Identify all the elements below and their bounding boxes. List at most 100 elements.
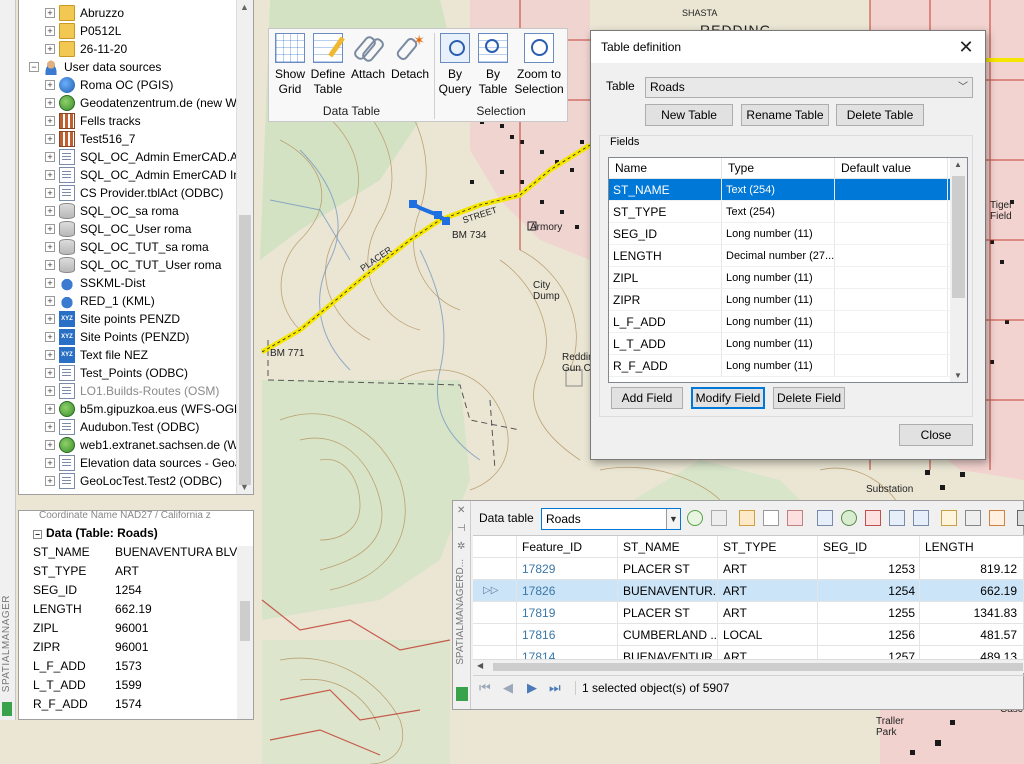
expand-icon[interactable]: +	[45, 80, 55, 90]
field-row[interactable]: SEG_ID Long number (11)	[609, 223, 967, 245]
tree-item[interactable]: + SQL_OC_User roma	[45, 220, 191, 238]
detach-button[interactable]: Detach	[389, 33, 431, 82]
field-row[interactable]: ZIPR Long number (11)	[609, 289, 967, 311]
tree-item[interactable]: + Elevation data sources - GeoJ	[45, 454, 241, 472]
data-table-select[interactable]: Roads ▼	[541, 508, 681, 530]
spatial-manager-icon[interactable]	[2, 702, 12, 716]
tree-item[interactable]: + Test_Points (ODBC)	[45, 364, 188, 382]
tree-item[interactable]: + Audubon.Test (ODBC)	[45, 418, 199, 436]
by-query-button[interactable]: By Query	[437, 33, 473, 97]
property-row[interactable]: ZIPL 96001	[19, 619, 253, 638]
data-table-grid[interactable]: Feature_ID ST_NAME ST_TYPE SEG_ID LENGTH…	[473, 535, 1024, 659]
expand-icon[interactable]: +	[45, 206, 55, 216]
column-header-length[interactable]: LENGTH	[920, 536, 1024, 557]
field-row[interactable]: L_F_ADD Long number (11)	[609, 311, 967, 333]
tree-item[interactable]: + CS Provider.tblAct (ODBC)	[45, 184, 223, 202]
expand-icon[interactable]: +	[45, 260, 55, 270]
tree-item[interactable]: + LO1.Builds-Routes (OSM)	[45, 382, 219, 400]
column-header-name[interactable]: Name	[609, 158, 722, 178]
tree-item[interactable]: + web1.extranet.sachsen.de (W	[45, 436, 239, 454]
grid-icon[interactable]	[817, 510, 833, 526]
add-field-button[interactable]: Add Field	[611, 387, 683, 409]
rename-table-button[interactable]: Rename Table	[741, 104, 829, 126]
expand-icon[interactable]: +	[45, 224, 55, 234]
tree-scroll-thumb[interactable]	[239, 215, 251, 485]
close-icon[interactable]: ✕	[955, 35, 977, 59]
attach-button[interactable]: Attach	[349, 33, 387, 82]
field-row[interactable]: L_T_ADD Long number (11)	[609, 333, 967, 355]
gear-icon[interactable]: ✲	[457, 541, 465, 552]
column-header-st-name[interactable]: ST_NAME	[618, 536, 718, 557]
clear-selection-icon[interactable]	[865, 510, 881, 526]
link-icon[interactable]	[965, 510, 981, 526]
tree-item[interactable]: + Fells tracks	[45, 112, 141, 130]
eraser-icon[interactable]	[787, 510, 803, 526]
tree-item[interactable]: + Geodatenzentrum.de (new W	[45, 94, 237, 112]
property-row[interactable]: SEG_ID 1254	[19, 581, 253, 600]
expand-icon[interactable]: +	[45, 8, 55, 18]
expand-icon[interactable]: +	[45, 296, 55, 306]
expand-icon[interactable]: +	[45, 368, 55, 378]
delete-field-button[interactable]: Delete Field	[773, 387, 845, 409]
define-table-button[interactable]: Define Table	[309, 33, 347, 97]
expand-icon[interactable]: +	[45, 134, 55, 144]
property-row[interactable]: ST_TYPE ART	[19, 562, 253, 581]
data-sources-tree[interactable]: + Abruzzo + P0512L +26-11-20− User data sourc…	[18, 0, 254, 495]
expand-icon[interactable]: +	[45, 476, 55, 486]
expand-icon[interactable]: +	[45, 188, 55, 198]
expand-icon[interactable]: +	[45, 116, 55, 126]
modify-field-button[interactable]: Modify Field	[691, 387, 765, 409]
by-table-button[interactable]: By Table	[475, 33, 511, 97]
table-select[interactable]: Roads ﹀	[645, 77, 973, 98]
data-panel-title[interactable]: − Data (Table: Roads)	[19, 523, 253, 543]
table-row[interactable]: ▷▷ 17826 BUENAVENTUR... ART 1254 662.19	[473, 580, 1024, 602]
scroll-down-icon[interactable]: ▼	[240, 482, 249, 492]
scroll-left-icon[interactable]: ◀	[477, 661, 483, 670]
property-row[interactable]: L_F_ADD 1573	[19, 657, 253, 676]
expand-icon[interactable]: +	[45, 278, 55, 288]
expand-icon[interactable]: +	[45, 440, 55, 450]
tree-item[interactable]: + b5m.gipuzkoa.eus (WFS-OGR	[45, 400, 243, 418]
column-header-default-value[interactable]: Default value	[835, 158, 948, 178]
scroll-down-icon[interactable]: ▼	[954, 371, 962, 380]
expand-icon[interactable]: +	[45, 404, 55, 414]
fields-grid-scroll-thumb[interactable]	[952, 176, 965, 298]
tree-item[interactable]: + SQL_OC_TUT_User roma	[45, 256, 221, 274]
expand-icon[interactable]: +	[45, 44, 55, 54]
expand-icon[interactable]: +	[45, 98, 55, 108]
column-header-type[interactable]: Type	[722, 158, 835, 178]
unlink-icon[interactable]	[989, 510, 1005, 526]
property-row[interactable]: ST_NAME BUENAVENTURA BLV	[19, 543, 253, 562]
table-row[interactable]: 17829 PLACER ST ART 1253 819.12	[473, 558, 1024, 580]
property-row[interactable]: LENGTH 662.19	[19, 600, 253, 619]
field-row[interactable]: LENGTH Decimal number (27...	[609, 245, 967, 267]
previous-record-icon[interactable]: ◀	[503, 680, 513, 696]
column-header-seg-id[interactable]: SEG_ID	[818, 536, 920, 557]
first-record-icon[interactable]: ⏮	[479, 680, 491, 696]
scroll-up-icon[interactable]: ▲	[240, 2, 249, 12]
close-icon[interactable]: ✕	[457, 505, 465, 516]
tree-item[interactable]: + SQL_OC_Admin EmerCAD In	[45, 166, 240, 184]
show-grid-button[interactable]: Show Grid	[273, 33, 307, 97]
more-icon[interactable]	[1017, 510, 1024, 526]
tree-item[interactable]: + GeoLocTest.Test2 (ODBC)	[45, 472, 222, 490]
delete-table-button[interactable]: Delete Table	[836, 104, 924, 126]
expand-icon[interactable]: +	[45, 152, 55, 162]
chevron-down-icon[interactable]: ▼	[666, 509, 680, 529]
copy-icon[interactable]	[763, 510, 779, 526]
expand-icon[interactable]: +	[45, 26, 55, 36]
tree-item[interactable]: + SQL_OC_TUT_sa roma	[45, 238, 209, 256]
expand-icon[interactable]: +	[45, 422, 55, 432]
expand-icon[interactable]: −	[29, 62, 39, 72]
fields-grid-scrollbar[interactable]: ▲ ▼	[950, 158, 967, 382]
zoom-table-icon[interactable]	[913, 510, 929, 526]
table-row[interactable]: 17814 BUENAVENTUR... ART 1257 489.13	[473, 646, 1024, 659]
property-row[interactable]: ZIPR 96001	[19, 638, 253, 657]
table-grid-icon[interactable]	[711, 510, 727, 526]
fields-grid[interactable]: Name Type Default value ST_NAME Text (254…	[608, 157, 968, 383]
tree-item[interactable]: + RED_1 (KML)	[45, 292, 155, 310]
expand-icon[interactable]: +	[45, 458, 55, 468]
data-table-hscrollbar[interactable]: ◀	[473, 659, 1024, 673]
field-row[interactable]: ST_TYPE Text (254)	[609, 201, 967, 223]
pin-icon[interactable]: ⊣	[457, 523, 466, 534]
